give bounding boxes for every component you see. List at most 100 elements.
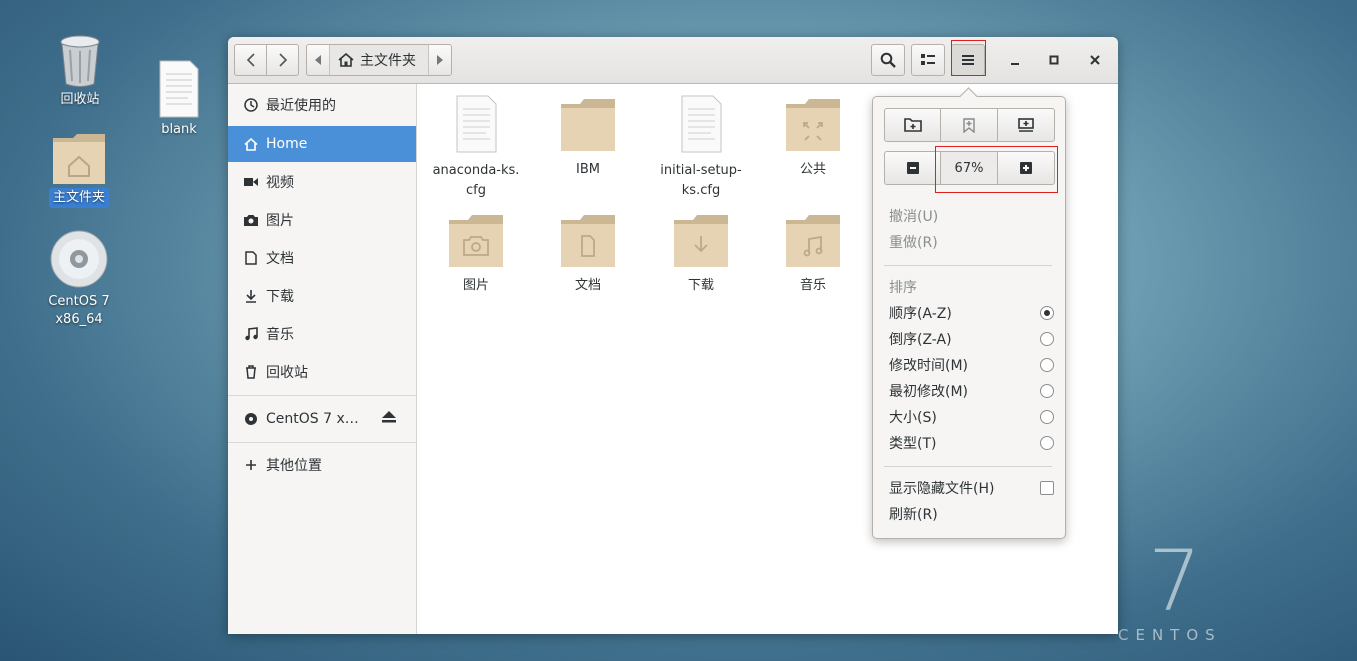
minimize-icon	[1011, 63, 1019, 65]
sidebar-item-label: 最近使用的	[266, 98, 336, 114]
show-hidden-checkbox[interactable]	[1040, 481, 1054, 495]
sidebar-item-other-locations[interactable]: 其他位置	[228, 447, 416, 483]
file-label: initial-setup- ks.cfg	[660, 163, 742, 198]
desktop-icon-label: CentOS 7 x86_64	[48, 294, 110, 327]
breadcrumb-home[interactable]: 主文件夹	[329, 45, 429, 75]
arrow-left-icon	[315, 55, 321, 65]
sidebar: 最近使用的 Home 视频 图片 文档 下载 音乐 回收站 CentOS 7 x…	[228, 84, 417, 634]
zoom-level[interactable]: 67%	[941, 151, 998, 185]
maximize-icon	[1049, 55, 1059, 65]
sidebar-item-label: 音乐	[266, 327, 294, 343]
reload-label: 刷新(R)	[889, 507, 938, 523]
sidebar-separator	[228, 395, 416, 396]
undo-label: 撤消(U)	[889, 209, 939, 225]
path-scroll-right[interactable]	[429, 45, 451, 75]
path-scroll-left[interactable]	[307, 45, 329, 75]
redo-item[interactable]: 重做(R)	[889, 230, 1054, 254]
search-icon	[880, 52, 896, 68]
show-hidden-item[interactable]: 显示隐藏文件(H)	[889, 476, 1054, 500]
sidebar-item-documents[interactable]: 文档	[228, 240, 416, 276]
file-item[interactable]: anaconda-ks. cfg	[420, 95, 532, 201]
forward-button[interactable]	[266, 44, 299, 76]
radio-button[interactable]	[1040, 358, 1054, 372]
file-item[interactable]: IBM	[532, 98, 644, 180]
sidebar-item-label: 下载	[266, 289, 294, 305]
sort-option-za[interactable]: 倒序(Z-A)	[889, 327, 1054, 351]
sort-option-modified[interactable]: 修改时间(M)	[889, 353, 1054, 377]
sidebar-item-trash[interactable]: 回收站	[228, 354, 416, 390]
file-label: 音乐	[799, 278, 826, 293]
file-item[interactable]: 公共	[757, 98, 869, 180]
trash-icon	[40, 34, 120, 90]
pictures-folder-icon	[449, 215, 503, 267]
sort-option-label: 顺序(A-Z)	[889, 306, 952, 322]
file-item[interactable]: initial-setup- ks.cfg	[645, 95, 757, 201]
show-hidden-label: 显示隐藏文件(H)	[889, 481, 995, 497]
maximize-button[interactable]	[1042, 48, 1066, 72]
radio-button-selected[interactable]	[1040, 306, 1054, 320]
sidebar-item-label: Home	[266, 136, 308, 152]
text-file-icon	[139, 60, 219, 120]
sort-section-title: 排序	[889, 280, 917, 296]
zoom-row: 67%	[884, 151, 1055, 185]
arrow-right-icon	[437, 55, 443, 65]
home-folder-icon	[39, 130, 119, 188]
file-label: 下载	[687, 278, 714, 293]
radio-button[interactable]	[1040, 410, 1054, 424]
zoom-out-icon	[906, 162, 919, 174]
desktop-centos-disc[interactable]: CentOS 7 x86_64	[39, 230, 119, 330]
reload-item[interactable]: 刷新(R)	[889, 502, 1054, 526]
sidebar-item-centos-disc[interactable]: CentOS 7 x…	[228, 401, 416, 437]
sort-option-label: 最初修改(M)	[889, 384, 969, 400]
disc-icon	[39, 230, 119, 292]
hamburger-menu-icon	[962, 55, 974, 65]
open-terminal-button[interactable]	[998, 108, 1055, 142]
radio-button[interactable]	[1040, 436, 1054, 450]
file-item[interactable]: 图片	[420, 214, 532, 296]
file-item[interactable]: 文档	[532, 214, 644, 296]
sidebar-item-downloads[interactable]: 下载	[228, 278, 416, 314]
undo-item[interactable]: 撤消(U)	[889, 204, 1054, 228]
eject-icon[interactable]	[382, 411, 396, 427]
disc-icon	[241, 409, 261, 429]
documents-folder-icon	[561, 215, 615, 267]
menu-button[interactable]	[951, 44, 985, 76]
zoom-out-button[interactable]	[884, 151, 941, 185]
sort-option-type[interactable]: 类型(T)	[889, 431, 1054, 455]
sidebar-item-home[interactable]: Home	[228, 126, 416, 162]
sort-option-first-modified[interactable]: 最初修改(M)	[889, 379, 1054, 403]
video-icon	[241, 172, 261, 192]
sidebar-separator	[228, 442, 416, 443]
radio-button[interactable]	[1040, 332, 1054, 346]
sort-option-size[interactable]: 大小(S)	[889, 405, 1054, 429]
close-button[interactable]	[1083, 48, 1107, 72]
desktop-blank-file[interactable]: blank	[139, 60, 219, 140]
search-button[interactable]	[871, 44, 905, 76]
sort-option-az[interactable]: 顺序(A-Z)	[889, 301, 1054, 325]
bookmark-button[interactable]	[941, 108, 998, 142]
desktop-home-folder[interactable]: 主文件夹	[39, 130, 119, 208]
share-folder-icon	[786, 99, 840, 151]
sidebar-item-videos[interactable]: 视频	[228, 164, 416, 200]
action-buttons-row	[884, 108, 1055, 142]
menu-separator	[884, 466, 1052, 467]
back-button[interactable]	[234, 44, 267, 76]
text-file-icon	[681, 95, 722, 153]
file-item[interactable]: 音乐	[757, 214, 869, 296]
new-folder-button[interactable]	[884, 108, 941, 142]
sidebar-item-music[interactable]: 音乐	[228, 316, 416, 352]
chevron-left-icon	[246, 53, 255, 67]
sidebar-item-pictures[interactable]: 图片	[228, 202, 416, 238]
sidebar-item-label: 其他位置	[266, 458, 322, 474]
desktop-trash[interactable]: 回收站	[40, 34, 120, 110]
sidebar-item-recent[interactable]: 最近使用的	[228, 87, 416, 123]
file-label: 文档	[574, 278, 601, 293]
zoom-in-button[interactable]	[998, 151, 1055, 185]
download-folder-icon	[674, 215, 728, 267]
sort-option-label: 大小(S)	[889, 410, 937, 426]
document-icon	[241, 248, 261, 268]
radio-button[interactable]	[1040, 384, 1054, 398]
minimize-button[interactable]	[1003, 48, 1027, 72]
view-mode-button[interactable]	[911, 44, 945, 76]
file-item[interactable]: 下载	[645, 214, 757, 296]
